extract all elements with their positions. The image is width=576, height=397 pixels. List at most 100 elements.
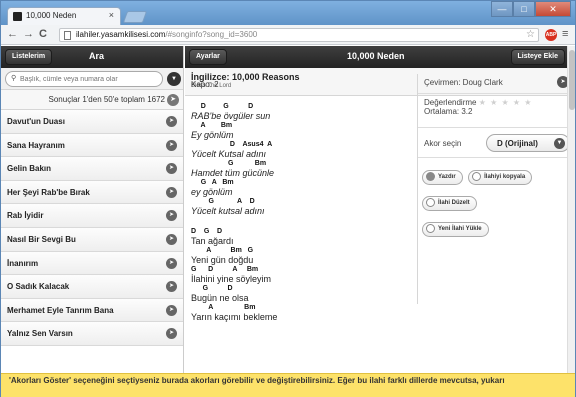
lyric-text: Yeni gün doğdu: [191, 255, 254, 265]
favicon-icon: [13, 12, 22, 21]
chord-select[interactable]: D (Orijinal) ▼: [486, 134, 570, 152]
actions: Yazdır İlahiyi kopyala İlahi Düzelt Yeni…: [418, 158, 575, 250]
chord-line: A Bm: [191, 304, 256, 311]
sidebar-title: Ara: [89, 51, 105, 61]
arrow-right-icon: ➤: [166, 163, 177, 175]
lyrics-panel: Kapo: 2 D G D RAB'be övgüler sun A Bm Ey g…: [191, 80, 413, 340]
rating-average: Ortalama: 3.2: [424, 107, 473, 116]
song-label: Yalnız Sen Varsın: [7, 329, 73, 339]
upload-icon: [426, 223, 435, 233]
back-icon[interactable]: ←: [7, 28, 18, 40]
copy-label: İlahiyi kopyala: [484, 174, 526, 180]
lyric-line: A Bm Yarın kaçımı bekleme: [191, 304, 413, 322]
arrow-right-icon: ➤: [166, 304, 177, 316]
list-item[interactable]: İnanırım ➤: [1, 251, 183, 276]
lyric-text: Yarın kaçımı bekleme: [191, 312, 278, 322]
song-label: Davut'un Duası: [7, 117, 65, 126]
list-item[interactable]: Nasıl Bir Sevgi Bu ➤: [1, 227, 183, 252]
stanza: D G D Tan ağardı A Bm G Yeni gün doğdu G D…: [191, 228, 413, 322]
chevron-down-icon[interactable]: ▼: [167, 72, 181, 86]
edit-icon: [426, 197, 435, 207]
lyric-line: D G D Tan ağardı: [191, 228, 413, 246]
list-item[interactable]: Yalnız Sen Varsın ➤: [1, 322, 183, 346]
bookmark-star-icon[interactable]: ☆: [526, 29, 535, 40]
copy-song-button[interactable]: İlahiyi kopyala: [468, 170, 533, 185]
my-lists-button[interactable]: Listelerim: [5, 49, 53, 65]
minimize-button[interactable]: —: [491, 1, 513, 17]
browser-menu-icon[interactable]: ≡: [562, 28, 568, 40]
capo-info: Kapo: 2: [191, 80, 219, 89]
lyric-line: G D A Bm İlahini yine söyleyim: [191, 266, 413, 284]
lyric-text: Yücelt kutsal adını: [191, 206, 265, 216]
lyric-text: ey gönlüm: [191, 187, 233, 197]
list-item[interactable]: O Sadık Kalacak ➤: [1, 275, 183, 299]
reload-icon[interactable]: C: [39, 28, 47, 40]
search-area: ⚲ ▼: [1, 68, 183, 90]
scrollbar-thumb[interactable]: [569, 50, 575, 110]
song-label: Nasıl Bir Sevgi Bu: [7, 234, 76, 244]
arrow-right-icon: ➤: [166, 116, 177, 127]
stanza: D G D RAB'be övgüler sun A Bm Ey gönlüm D …: [191, 103, 413, 216]
settings-button[interactable]: Ayarlar: [189, 49, 227, 65]
add-to-list-button[interactable]: Listeye Ekle: [510, 49, 565, 65]
list-item[interactable]: Sana Hayranım ➤: [1, 133, 183, 158]
song-list: Davut'un Duası ➤ Sana Hayranım ➤ Gelin Bak…: [1, 110, 183, 346]
song-detail: Ayarlar 10,000 Neden Listeye Ekle İngili…: [185, 46, 575, 373]
adblock-icon[interactable]: ABP: [545, 29, 557, 41]
upload-song-button[interactable]: Yeni İlahi Yükle: [422, 222, 489, 237]
scrollbar[interactable]: [567, 46, 575, 373]
list-item[interactable]: Her Şeyi Rab'be Bırak ➤: [1, 180, 183, 205]
lyric-text: Hamdet tüm gücünle: [191, 168, 275, 178]
hint-bar: 'Akorları Göster' seçeneğini seçtiyseniz…: [1, 373, 575, 397]
list-item[interactable]: Merhamet Eyle Tanrım Bana ➤: [1, 298, 183, 323]
search-input[interactable]: [5, 71, 163, 87]
tab-close-icon[interactable]: ×: [109, 10, 114, 20]
chord-line: D G D: [191, 228, 223, 235]
copy-icon: [472, 171, 482, 181]
chord-line: G A Bm: [191, 179, 234, 186]
page-title: 10,000 Neden: [347, 51, 405, 61]
list-item[interactable]: Gelin Bakın ➤: [1, 157, 183, 181]
lyric-text: İlahini yine söyleyim: [191, 274, 272, 284]
arrow-right-icon: ➤: [166, 328, 177, 340]
maximize-button[interactable]: □: [513, 1, 535, 17]
chord-select-label: Akor seçin: [424, 139, 462, 148]
lyric-text: Yücelt Kutsal adını: [191, 149, 267, 159]
rating-stars-icon[interactable]: ★ ★ ★ ★ ★: [479, 98, 533, 107]
browser-toolbar: ← → C ilahiler.yasamkilisesi.com/#songin…: [1, 25, 575, 45]
browser-window: 10,000 Neden × — □ ✕ ← → C ilahiler.yasa…: [0, 0, 576, 397]
chord-line: D G D: [191, 103, 254, 110]
result-count-text: Sonuçlar 1'den 50'e toplam 1672: [48, 95, 165, 104]
print-label: Yazdır: [438, 174, 456, 180]
arrow-right-icon: ➤: [166, 257, 177, 269]
arrow-right-icon: ➤: [166, 233, 177, 245]
lyric-line: D G D RAB'be övgüler sun: [191, 103, 413, 121]
browser-tab[interactable]: 10,000 Neden ×: [7, 7, 121, 25]
window-controls: — □ ✕: [491, 1, 571, 17]
lyric-line: G A D Yücelt kutsal adını: [191, 198, 413, 216]
list-item[interactable]: Davut'un Duası ➤: [1, 110, 183, 134]
lyric-line: G D Bugün ne olsa: [191, 285, 413, 303]
lyric-line: A Bm Ey gönlüm: [191, 122, 413, 140]
arrow-right-icon[interactable]: ➤: [167, 94, 179, 106]
edit-song-button[interactable]: İlahi Düzelt: [422, 196, 477, 211]
print-button[interactable]: Yazdır: [422, 170, 463, 185]
new-tab-button[interactable]: [122, 11, 148, 23]
upload-label: Yeni İlahi Yükle: [438, 226, 482, 232]
address-bar[interactable]: ilahiler.yasamkilisesi.com/#songinfo?son…: [59, 28, 539, 42]
list-item[interactable]: Rab İyidir ➤: [1, 204, 183, 228]
sidebar-header: Listelerim Ara: [1, 46, 183, 68]
chord-line: G Bm: [191, 160, 267, 167]
edit-label: İlahi Düzelt: [438, 200, 470, 206]
tab-title: 10,000 Neden: [26, 11, 77, 20]
close-window-button[interactable]: ✕: [535, 1, 571, 17]
sidebar: Listelerim Ara ⚲ ▼ Sonuçlar 1'den 50'e t…: [1, 46, 184, 373]
app-container: Listelerim Ara ⚲ ▼ Sonuçlar 1'den 50'e t…: [1, 46, 575, 397]
forward-icon[interactable]: →: [23, 28, 34, 40]
url-text: ilahiler.yasamkilisesi.com/#songinfo?son…: [76, 30, 258, 39]
arrow-right-icon: ➤: [166, 186, 177, 198]
result-count: Sonuçlar 1'den 50'e toplam 1672 ➤: [1, 90, 183, 110]
chord-selector: Akor seçin D (Orijinal) ▼: [418, 128, 575, 158]
lyric-text: Ey gönlüm: [191, 130, 234, 140]
rating-label: Değerlendirme: [424, 98, 477, 107]
